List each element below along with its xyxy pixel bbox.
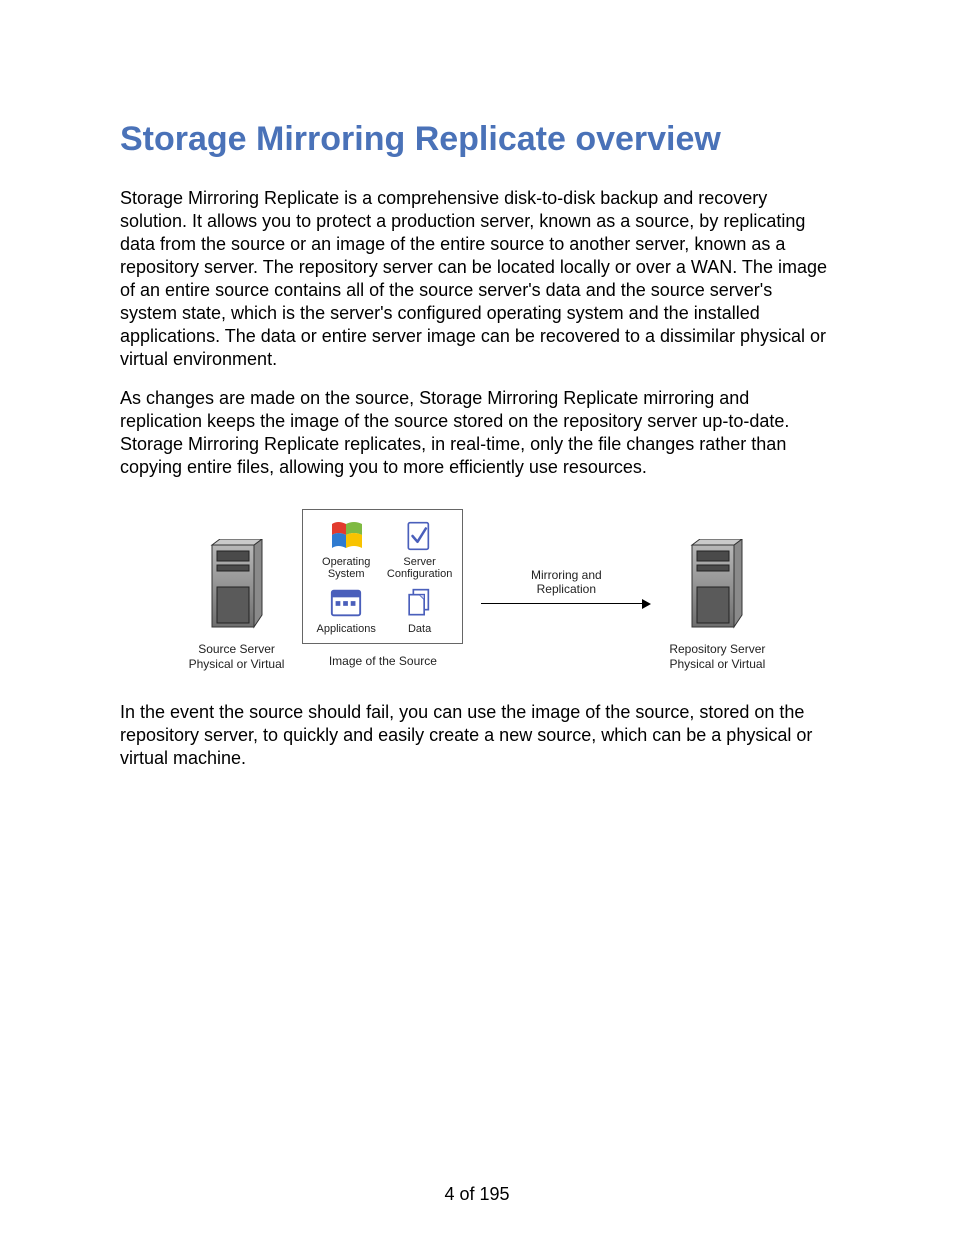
source-server-label: Source Server Physical or Virtual <box>189 642 285 671</box>
repo-server-block: Repository Server Physical or Virtual <box>669 509 765 671</box>
repo-server-label: Repository Server Physical or Virtual <box>669 642 765 671</box>
repo-server-label-line1: Repository Server <box>669 642 765 656</box>
server-tower-icon <box>687 539 747 634</box>
os-item: Operating System <box>313 518 378 580</box>
repo-server-label-line2: Physical or Virtual <box>669 657 765 671</box>
data-item: Data <box>387 585 452 635</box>
paragraph-2: As changes are made on the source, Stora… <box>120 387 834 479</box>
source-server-label-line1: Source Server <box>198 642 275 656</box>
page-title: Storage Mirroring Replicate overview <box>120 120 834 159</box>
arrow-block: Mirroring and Replication <box>481 509 651 609</box>
documents-stack-icon <box>402 585 438 621</box>
arrow-label-line2: Replication <box>537 582 596 596</box>
apps-item: Applications <box>313 585 378 635</box>
os-label-line2: System <box>328 568 365 580</box>
windows-logo-icon <box>328 518 364 554</box>
paragraph-1: Storage Mirroring Replicate is a compreh… <box>120 187 834 371</box>
config-item: Server Configuration <box>387 518 452 580</box>
source-image-caption: Image of the Source <box>329 654 437 668</box>
config-label-line2: Configuration <box>387 568 452 580</box>
calendar-grid-icon <box>328 585 364 621</box>
checkmark-box-icon <box>402 518 438 554</box>
source-server-block: Source Server Physical or Virtual <box>189 509 285 671</box>
source-image-block: Operating System Server Configuration <box>302 509 463 667</box>
source-server-label-line2: Physical or Virtual <box>189 657 285 671</box>
paragraph-3: In the event the source should fail, you… <box>120 701 834 770</box>
arrow-label: Mirroring and Replication <box>531 569 602 597</box>
arrow-right-icon <box>481 599 651 609</box>
server-tower-icon <box>207 539 267 634</box>
apps-label: Applications <box>317 623 376 635</box>
architecture-diagram: Source Server Physical or Virtual O <box>120 509 834 671</box>
config-label-line1: Server <box>403 556 435 568</box>
page-number: 4 of 195 <box>0 1184 954 1205</box>
data-label: Data <box>408 623 431 635</box>
source-image-box: Operating System Server Configuration <box>302 509 463 643</box>
document-page: Storage Mirroring Replicate overview Sto… <box>0 0 954 1235</box>
os-label-line1: Operating <box>322 556 370 568</box>
arrow-label-line1: Mirroring and <box>531 568 602 582</box>
